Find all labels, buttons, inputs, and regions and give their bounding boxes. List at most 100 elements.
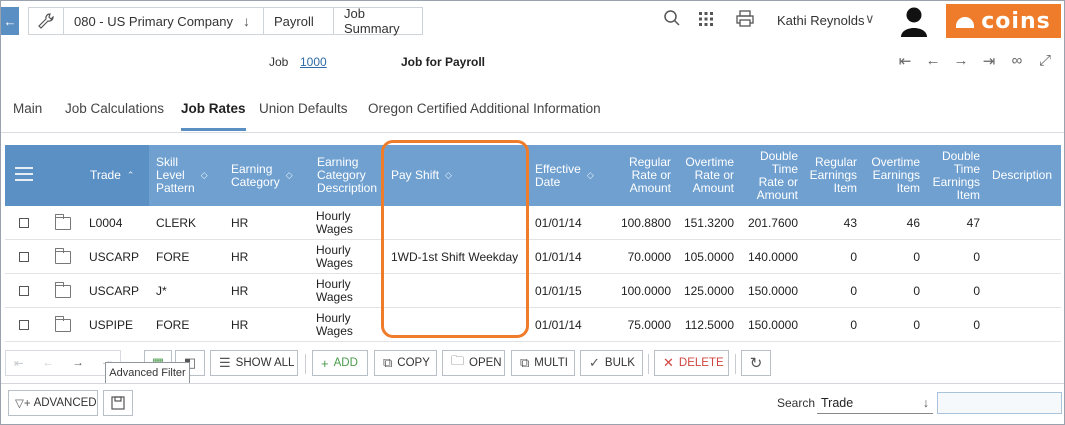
header-earning-category-description[interactable]: Earning Category Description — [317, 145, 387, 206]
user-name[interactable]: Kathi Reynolds — [777, 13, 864, 28]
divider — [305, 354, 306, 374]
folder-icon[interactable] — [55, 315, 71, 332]
header-double-time-earnings-item[interactable]: Double Time Earnings Item — [925, 145, 980, 206]
expand-icon[interactable]: ⤢ — [1037, 52, 1053, 70]
last-record-icon[interactable]: ⇥ — [981, 52, 997, 70]
chevron-down-icon: ↓ — [242, 13, 250, 29]
row-select — [19, 274, 35, 308]
cell-regular-earnings-item: 0 — [850, 317, 857, 332]
copy-button[interactable]: ⧉ COPY — [374, 350, 437, 376]
company-selector[interactable]: 080 - US Primary Company ↓ — [63, 7, 267, 35]
first-record-icon[interactable]: ⇤ — [897, 52, 913, 70]
table-row[interactable]: USPIPE FORE HR Hourly Wages 01/01/14 75.0000 11… — [5, 308, 1061, 342]
header-double-time-rate[interactable]: Double Time Rate or Amount — [739, 145, 798, 206]
next-page-icon[interactable]: → — [72, 357, 84, 369]
header-effective-date[interactable]: Effective Date ◇ — [535, 145, 607, 206]
show-all-button[interactable]: ☰ SHOW ALL — [210, 350, 298, 376]
breadcrumb-label: Payroll — [274, 13, 314, 29]
row-checkbox[interactable] — [19, 218, 29, 228]
printer-icon[interactable] — [736, 9, 754, 33]
tab-oregon-certified[interactable]: Oregon Certified Additional Information — [368, 101, 601, 128]
row-checkbox[interactable] — [19, 286, 29, 296]
header-skill-level-pattern[interactable]: Skill Level Pattern ◇ — [156, 145, 228, 206]
advanced-filter-icon: ▽+ — [15, 398, 31, 410]
row-checkbox[interactable] — [19, 252, 29, 262]
cell-regular-rate: 100.0000 — [620, 283, 671, 298]
breadcrumb-job-summary[interactable]: Job Summary — [333, 6, 423, 36]
tab-job-calculations[interactable]: Job Calculations — [65, 101, 164, 128]
previous-record-icon[interactable]: ← — [925, 52, 941, 70]
tab-job-rates[interactable]: Job Rates — [181, 101, 246, 131]
header-earning-category[interactable]: Earning Category ◇ — [231, 145, 313, 206]
header-overtime-earnings-item[interactable]: Overtime Earnings Item — [863, 145, 920, 206]
cell-double-time-earnings-item: 0 — [973, 283, 980, 298]
cell-earning-category: HR — [231, 249, 249, 264]
open-button[interactable]: 🗀 OPEN — [442, 350, 505, 376]
add-button[interactable]: + ADD — [312, 350, 368, 376]
header-description[interactable]: Description — [992, 145, 1058, 206]
chevron-down-icon: ↓ — [922, 395, 929, 410]
cell-earning-category-description: Hourly Wages — [316, 243, 353, 270]
pay-shift-highlight — [381, 140, 529, 338]
delete-x-icon: ✕ — [663, 355, 674, 370]
next-record-icon[interactable]: → — [953, 52, 969, 70]
hamburger-menu-icon[interactable] — [15, 167, 33, 185]
table-row[interactable]: L0004 CLERK HR Hourly Wages 01/01/14 100.8800 1… — [5, 206, 1061, 240]
user-avatar-icon[interactable] — [899, 5, 929, 37]
header-trade[interactable]: Trade ⌃ — [83, 145, 149, 206]
search-input[interactable] — [937, 392, 1062, 414]
header-label: Earning Category — [231, 161, 280, 189]
app-grid-icon[interactable] — [698, 9, 714, 33]
cell-double-time-rate: 140.0000 — [747, 249, 798, 264]
button-label: OPEN — [469, 357, 502, 369]
header-label: Regular Rate or Amount — [628, 155, 671, 195]
table-row[interactable]: USCARP J* HR Hourly Wages 01/01/15 100.0000 125… — [5, 274, 1061, 308]
refresh-button[interactable]: ↻ — [741, 350, 771, 376]
header-regular-earnings-item[interactable]: Regular Earnings Item — [801, 145, 857, 206]
search-field-select[interactable]: Trade ↓ — [817, 392, 933, 414]
column-menu[interactable] — [5, 145, 83, 206]
first-page-icon[interactable]: ⇤ — [14, 356, 24, 370]
folder-icon[interactable] — [55, 247, 71, 264]
header-overtime-rate[interactable]: Overtime Rate or Amount — [677, 145, 734, 206]
folder-icon[interactable] — [55, 281, 71, 298]
cell-overtime-rate: 125.0000 — [683, 283, 734, 298]
row-open — [55, 308, 77, 342]
header-label: Double Time Rate or Amount — [756, 148, 798, 202]
save-icon — [111, 396, 125, 410]
multi-button[interactable]: ⧉ MULTI — [511, 350, 575, 376]
cell-double-time-rate: 150.0000 — [747, 283, 798, 298]
previous-page-icon[interactable]: ← — [42, 357, 54, 369]
button-label: COPY — [397, 357, 430, 369]
save-filter-button[interactable] — [103, 390, 133, 416]
back-arrow-icon[interactable]: ← — [1, 7, 19, 35]
plus-icon: + — [321, 355, 329, 371]
cell-effective-date: 01/01/14 — [535, 249, 582, 264]
folder-icon[interactable] — [55, 213, 71, 230]
refresh-icon: ↻ — [749, 355, 763, 372]
bottom-bar: ▽+ ADVANCED Search Trade ↓ — [1, 383, 1064, 424]
cell-earning-category-description: Hourly Wages — [316, 277, 353, 304]
tab-main[interactable]: Main — [13, 101, 42, 128]
header-label: Skill Level Pattern — [156, 155, 195, 195]
sort-icon: ◇ — [586, 170, 594, 180]
cell-trade: USCARP — [89, 249, 140, 264]
table-row[interactable]: USCARP FORE HR Hourly Wages 1WD-1st Shift Wee… — [5, 240, 1061, 274]
cell-skill-level-pattern: J* — [156, 283, 167, 298]
row-checkbox[interactable] — [19, 320, 29, 330]
delete-button[interactable]: ✕ DELETE — [654, 350, 729, 376]
cell-regular-rate: 100.8800 — [620, 215, 671, 230]
chevron-down-icon[interactable]: ∨ — [865, 11, 875, 27]
sort-ascending-icon: ⌃ — [126, 170, 135, 180]
paperclip-icon[interactable]: ∞ — [1009, 52, 1025, 70]
cell-overtime-earnings-item: 0 — [913, 249, 920, 264]
search-icon[interactable] — [663, 9, 681, 33]
header-regular-rate[interactable]: Regular Rate or Amount — [609, 145, 671, 206]
bulk-button[interactable]: ✓ BULK — [580, 350, 643, 376]
button-label: ADVANCED — [33, 397, 97, 409]
wrench-button[interactable] — [28, 7, 64, 35]
breadcrumb-payroll[interactable]: Payroll — [263, 7, 337, 35]
tab-union-defaults[interactable]: Union Defaults — [259, 101, 348, 128]
job-number-link[interactable]: 1000 — [300, 55, 327, 69]
advanced-button[interactable]: ▽+ ADVANCED — [8, 390, 98, 416]
